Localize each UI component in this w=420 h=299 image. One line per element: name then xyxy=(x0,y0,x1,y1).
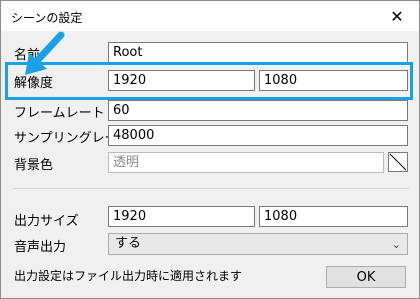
output-height-input[interactable]: 1080 xyxy=(259,206,408,227)
audio-output-label: 音声出力 xyxy=(14,240,67,255)
pointer-arrow-icon xyxy=(25,31,65,75)
output-note: 出力設定はファイル出力時に適用されます xyxy=(14,269,243,283)
framerate-label: フレームレート xyxy=(14,106,105,121)
sampling-rate-input[interactable]: 48000 xyxy=(108,125,408,146)
transparent-swatch-icon xyxy=(389,153,407,171)
output-size-label: 出力サイズ xyxy=(14,214,79,229)
close-button[interactable]: ✕ xyxy=(375,1,419,31)
window-title: シーンの設定 xyxy=(11,11,83,25)
title-bar: シーンの設定 ✕ xyxy=(1,1,419,31)
background-color-input[interactable]: 透明 xyxy=(108,152,384,173)
audio-output-select[interactable]: する ⌄ xyxy=(108,233,408,255)
framerate-input[interactable]: 60 xyxy=(108,100,408,121)
scene-settings-dialog: シーンの設定 ✕ 名前 Root 解像度 1920 1080 フレームレート 6… xyxy=(0,0,420,299)
chevron-down-icon: ⌄ xyxy=(391,238,401,251)
output-width-input[interactable]: 1920 xyxy=(108,206,255,227)
section-divider xyxy=(13,188,409,189)
name-input[interactable]: Root xyxy=(108,42,408,63)
background-color-label: 背景色 xyxy=(14,158,54,173)
color-swatch-button[interactable] xyxy=(388,152,408,172)
audio-output-value: する xyxy=(115,236,142,251)
ok-button[interactable]: OK xyxy=(326,266,406,288)
